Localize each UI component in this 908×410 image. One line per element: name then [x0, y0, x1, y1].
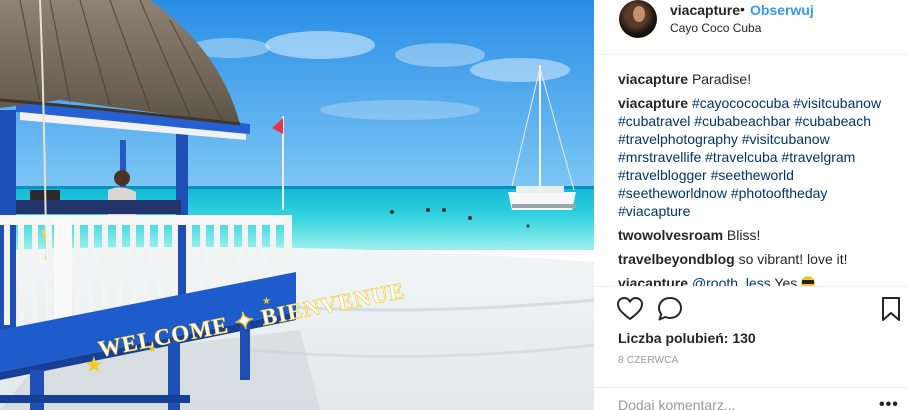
post-date[interactable]: 8 CZERWCA [618, 355, 679, 366]
hashtag-link[interactable]: #visitcubanow [793, 95, 881, 111]
post-photo[interactable]: ★ ★ ★ WELCOME ✦ BIENVENUE [0, 0, 594, 410]
comment-text: so vibrant! love it! [738, 251, 848, 267]
comment-username[interactable]: viacapture [618, 95, 688, 111]
location-link[interactable]: Cayo Coco Cuba [670, 21, 761, 35]
header-separator-dot: • [740, 1, 745, 17]
caption-hashtags: viacapture #cayocococuba #visitcubanow #… [618, 94, 902, 220]
speech-bubble-icon [658, 297, 682, 321]
comment-button[interactable] [656, 295, 684, 323]
hashtag-link[interactable]: #travelphotography [618, 131, 738, 147]
hashtag-link[interactable]: #seetheworldnow [618, 185, 727, 201]
hashtag-link[interactable]: #cubabeachbar [694, 113, 791, 129]
mention-link[interactable]: @rooth_less [692, 275, 771, 286]
instagram-post: ★ ★ ★ WELCOME ✦ BIENVENUE viacapture • O… [0, 0, 908, 410]
sunglasses-emoji-icon [801, 276, 816, 286]
hashtag-link[interactable]: #travelgram [781, 149, 855, 165]
comment-item: viacapture Paradise! [618, 70, 902, 88]
comment-username[interactable]: viacapture [618, 71, 688, 87]
save-button[interactable] [880, 295, 902, 323]
comment-item: viacapture @rooth_less Yes [618, 274, 902, 286]
comment-item: twowolvesroam Bliss! [618, 226, 902, 244]
like-button[interactable] [616, 295, 644, 323]
comment-text: Yes [774, 275, 798, 286]
post-header: viacapture • Obserwuj Cayo Coco Cuba [594, 0, 908, 55]
hashtag-link[interactable]: #travelblogger [618, 167, 707, 183]
avatar[interactable] [619, 0, 657, 38]
bookmark-icon [882, 297, 900, 321]
comment-text: Bliss! [726, 227, 761, 243]
heart-outline-icon [616, 296, 644, 321]
comment-username[interactable]: twowolvesroam [618, 227, 723, 243]
hashtag-link[interactable]: #mrstravellife [618, 149, 701, 165]
beach-bar-photo: ★ ★ ★ WELCOME ✦ BIENVENUE [0, 0, 594, 410]
comment-username[interactable]: viacapture [618, 275, 688, 286]
comment-item: travelbeyondblog so vibrant! love it! [618, 250, 902, 268]
hashtag-link[interactable]: #cubatravel [618, 113, 690, 129]
header-username[interactable]: viacapture [670, 2, 740, 18]
post-side-panel: viacapture • Obserwuj Cayo Coco Cuba via… [594, 0, 908, 410]
hashtag-link[interactable]: #cubabeach [795, 113, 871, 129]
likes-count[interactable]: Liczba polubień: 130 [618, 330, 756, 346]
post-actions: Liczba polubień: 130 8 CZERWCA ••• [594, 286, 908, 410]
hashtag-link[interactable]: #photooftheday [731, 185, 828, 201]
comments-list[interactable]: viacapture Paradise! viacapture #cayococ… [618, 70, 902, 286]
follow-button[interactable]: Obserwuj [750, 2, 814, 18]
comment-input[interactable] [618, 396, 858, 410]
comment-text: Paradise! [691, 71, 752, 87]
add-comment-section: ••• [594, 387, 908, 410]
hashtag-link[interactable]: #cayocococuba [692, 95, 789, 111]
hashtag-link[interactable]: #travelcuba [705, 149, 777, 165]
hashtag-link[interactable]: #viacapture [618, 203, 690, 219]
hashtag-link[interactable]: #seetheworld [711, 167, 794, 183]
hashtag-link[interactable]: #visitcubanow [742, 131, 830, 147]
comment-username[interactable]: travelbeyondblog [618, 251, 735, 267]
more-options-button[interactable]: ••• [879, 396, 899, 410]
